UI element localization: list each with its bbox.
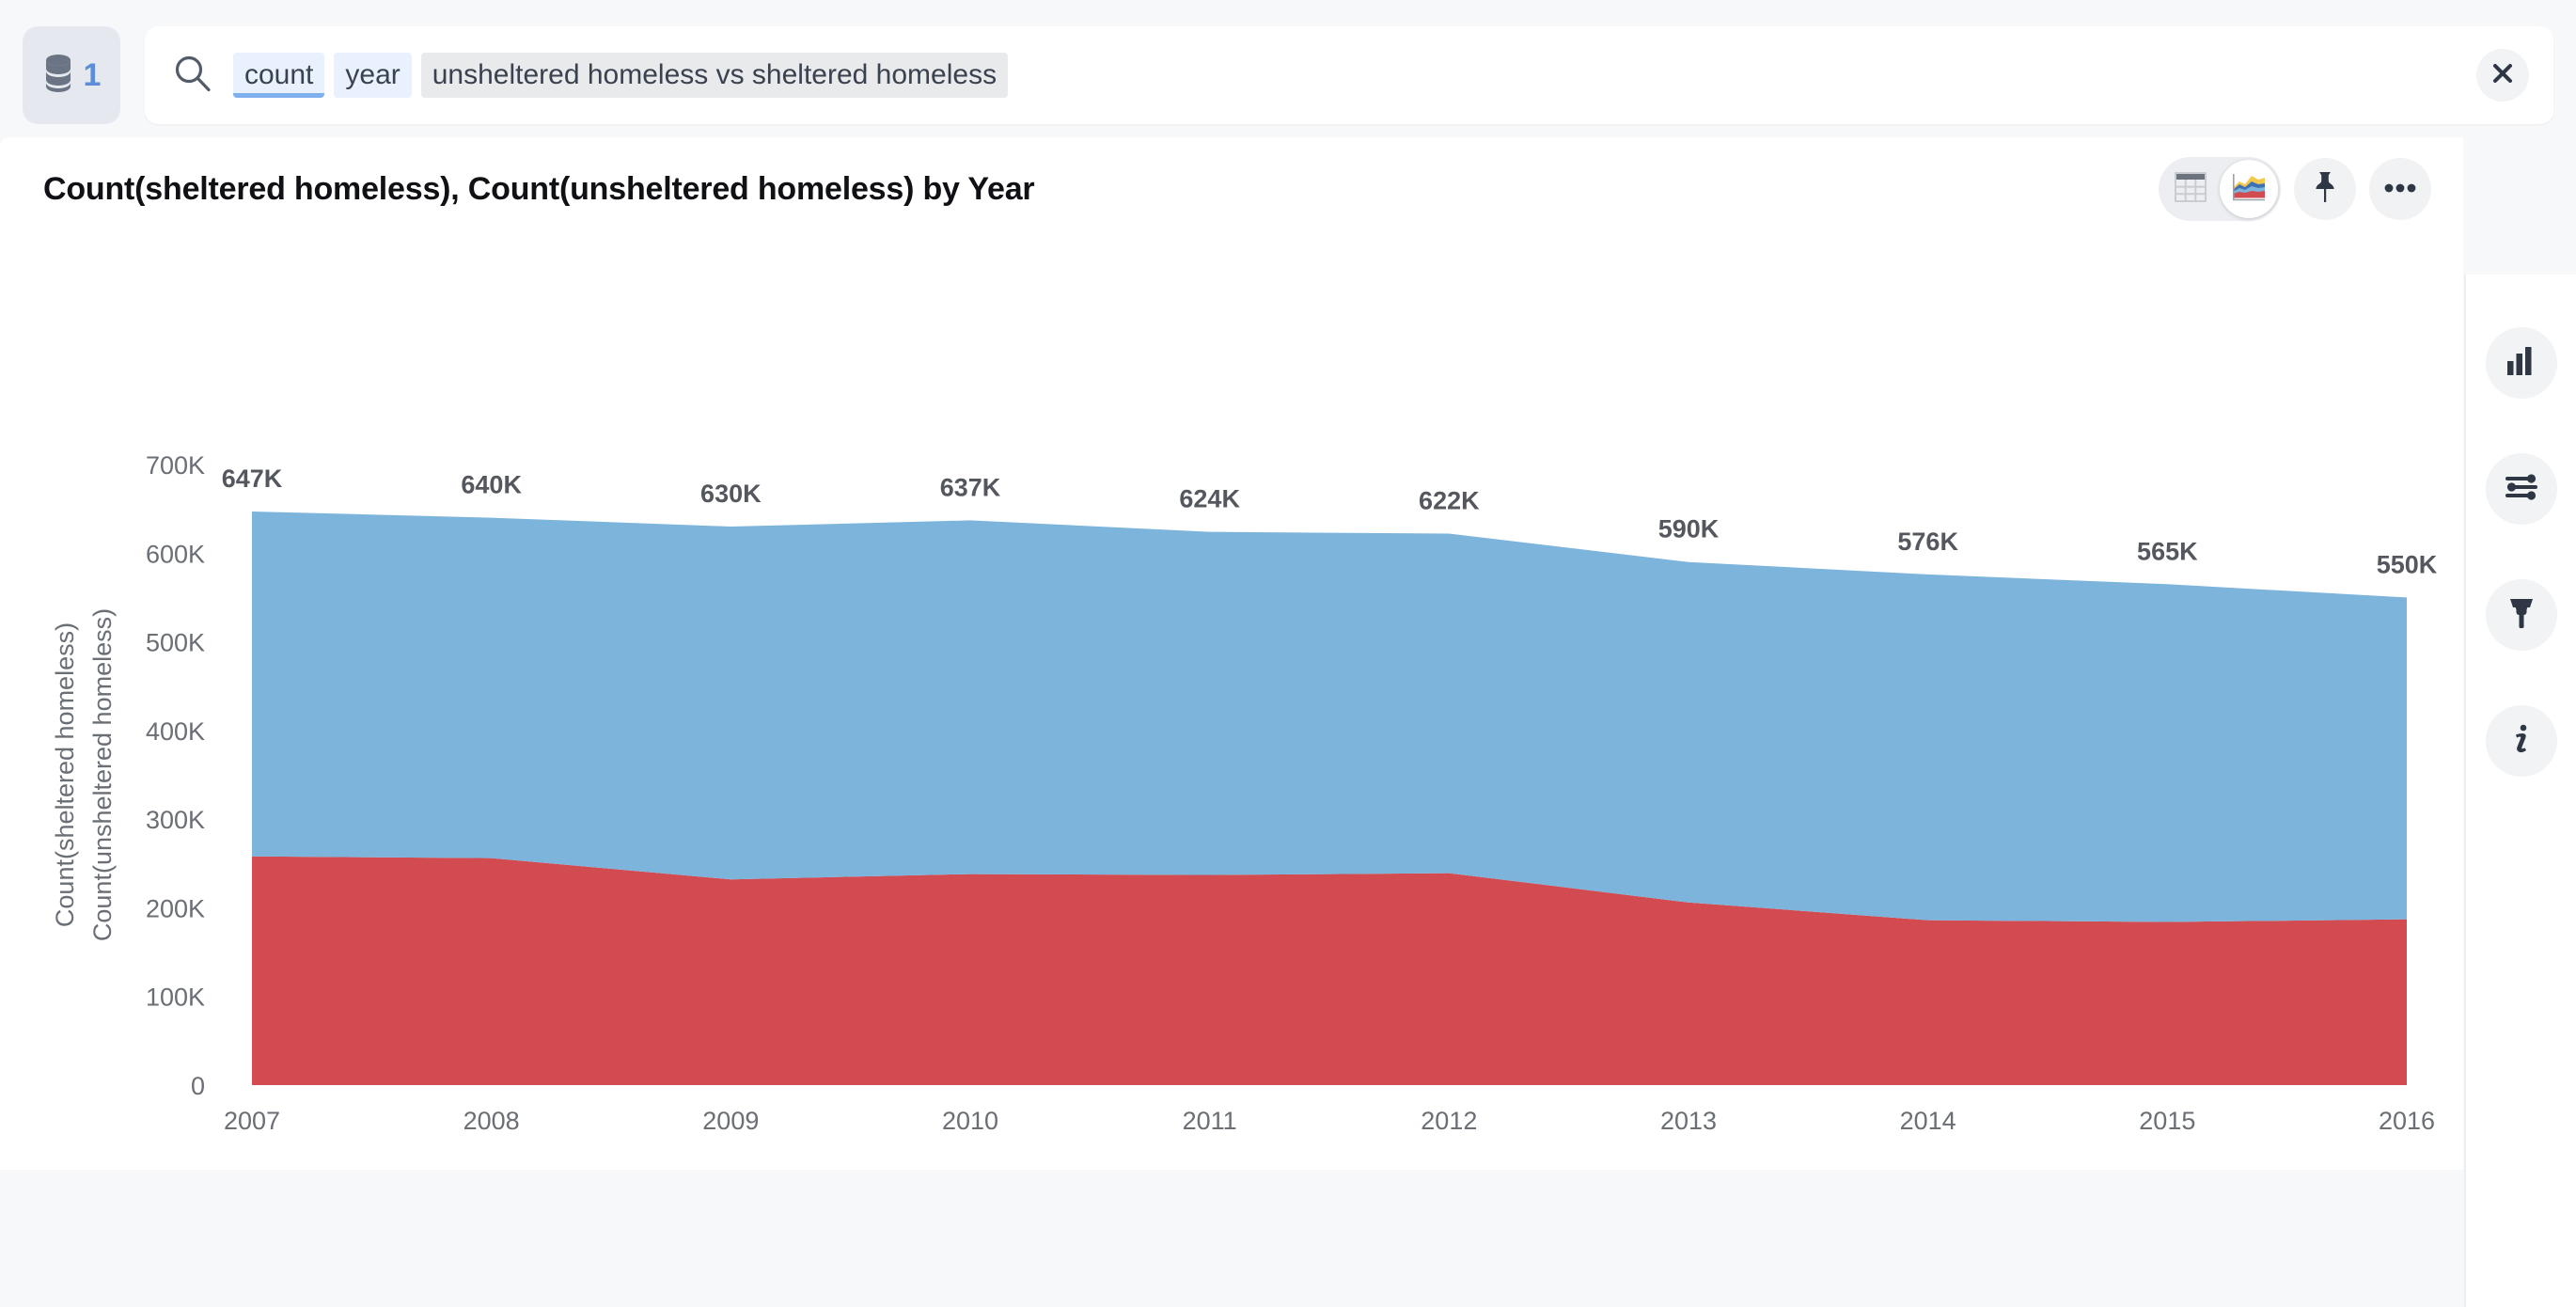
chart-type-button[interactable] — [2485, 327, 2557, 399]
y-axis-title-sheltered: Count(sheltered homeless) — [51, 622, 79, 927]
data-label: 590K — [1658, 515, 1720, 543]
chart-style-button[interactable] — [2485, 579, 2557, 651]
search-icon — [173, 54, 212, 98]
x-axis-tick-label: 2008 — [463, 1107, 520, 1135]
search-tokens[interactable]: count year unsheltered homeless vs shelt… — [233, 53, 2476, 98]
x-axis-tick-label: 2013 — [1660, 1107, 1717, 1135]
chart-config-button[interactable] — [2485, 453, 2557, 525]
data-label: 647K — [222, 465, 283, 493]
info-icon — [2512, 724, 2531, 759]
data-label: 550K — [2377, 550, 2438, 578]
pin-icon — [2311, 171, 2339, 208]
stacked-area-chart[interactable]: 0 100K 200K 300K 400K 500K 600K 700K Count(shelt… — [0, 241, 2463, 1170]
y-axis-tick-label: 300K — [146, 806, 205, 834]
page-title: Count(sheltered homeless), Count(unshelt… — [43, 170, 1035, 207]
data-label: 622K — [1419, 487, 1480, 515]
x-axis-tick-label: 2007 — [224, 1107, 280, 1135]
ellipsis-icon — [2384, 181, 2416, 197]
x-axis-tick-label: 2011 — [1183, 1107, 1237, 1135]
search-token-year[interactable]: year — [334, 53, 412, 98]
search-bar[interactable]: count year unsheltered homeless vs shelt… — [145, 26, 2553, 124]
database-icon — [42, 54, 74, 98]
y-axis-tick-label: 100K — [146, 984, 205, 1012]
chart-side-rail — [2464, 275, 2576, 1307]
main-content: Count(sheltered homeless), Count(unshelt… — [0, 137, 2576, 1307]
table-icon — [2175, 171, 2207, 207]
y-axis-title-unsheltered: Count(unsheltered homeless) — [88, 608, 117, 941]
area-series-sheltered[interactable] — [252, 511, 2407, 922]
data-label: 624K — [1179, 485, 1240, 513]
y-axis-tick-label: 200K — [146, 894, 205, 922]
data-source-selector[interactable]: 1 — [23, 26, 120, 124]
x-axis-tick-label: 2016 — [2379, 1107, 2435, 1135]
sliders-icon — [2505, 473, 2537, 505]
data-label: 576K — [1897, 528, 1958, 556]
table-view-button[interactable] — [2161, 160, 2220, 218]
close-icon — [2491, 62, 2514, 89]
x-axis-tick-label: 2014 — [1900, 1107, 1956, 1135]
chart-info-button[interactable] — [2485, 705, 2557, 777]
data-label: 640K — [461, 471, 522, 499]
y-axis-tick-label: 400K — [146, 717, 205, 746]
clear-search-button[interactable] — [2476, 49, 2529, 102]
chart-container[interactable]: 0 100K 200K 300K 400K 500K 600K 700K Count(shelt… — [0, 241, 2463, 1170]
x-axis-tick-label: 2015 — [2139, 1107, 2195, 1135]
y-axis-tick-label: 0 — [191, 1072, 205, 1100]
more-options-button[interactable] — [2369, 158, 2431, 220]
card-header: Count(sheltered homeless), Count(unshelt… — [0, 137, 2463, 241]
pin-button[interactable] — [2294, 158, 2356, 220]
view-toggle-group — [2159, 157, 2281, 221]
data-label: 630K — [700, 480, 762, 508]
search-token-phrase[interactable]: unsheltered homeless vs sheltered homele… — [420, 53, 1009, 98]
x-axis-tick-label: 2009 — [702, 1107, 759, 1135]
data-source-count: 1 — [83, 57, 102, 93]
answer-card: Count(sheltered homeless), Count(unshelt… — [0, 137, 2463, 1170]
y-axis-tick-label: 700K — [146, 451, 205, 480]
top-search-bar: 1 count year unsheltered homeless vs she… — [0, 0, 2576, 150]
x-axis-tick-label: 2012 — [1421, 1107, 1477, 1135]
paintbrush-icon — [2507, 597, 2536, 634]
data-label: 637K — [940, 473, 1001, 501]
chart-view-button[interactable] — [2220, 160, 2278, 218]
y-axis-tick-label: 600K — [146, 540, 205, 568]
x-axis-tick-label: 2010 — [942, 1107, 998, 1135]
card-toolbar — [2159, 157, 2431, 221]
bar-chart-icon — [2506, 346, 2537, 380]
y-axis-tick-label: 500K — [146, 629, 205, 657]
search-token-count[interactable]: count — [233, 53, 325, 98]
data-label: 565K — [2137, 537, 2198, 565]
area-chart-icon — [2232, 172, 2266, 207]
